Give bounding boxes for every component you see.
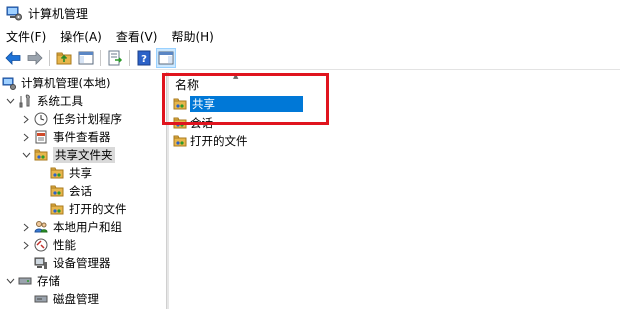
tree-item-label: 性能 bbox=[53, 238, 76, 252]
shared-folder-icon bbox=[50, 203, 64, 215]
up-folder-icon bbox=[56, 52, 72, 64]
shared-folder-icon bbox=[173, 135, 187, 147]
title-bar: 计算机管理 bbox=[0, 0, 620, 26]
show-hide-tree-button[interactable] bbox=[77, 49, 95, 67]
annotation-highlight-box bbox=[162, 73, 329, 125]
computer-management-icon bbox=[2, 77, 16, 90]
tree-item-shares[interactable]: 共享 bbox=[50, 164, 92, 182]
up-level-button[interactable] bbox=[55, 49, 73, 67]
tree-item-event-viewer[interactable]: 事件查看器 bbox=[20, 128, 111, 146]
device-manager-icon bbox=[34, 257, 47, 269]
chevron-right-icon[interactable] bbox=[20, 128, 32, 146]
list-item-open-files[interactable]: 打开的文件 bbox=[173, 132, 248, 150]
tree-item-task-scheduler[interactable]: 任务计划程序 bbox=[20, 110, 122, 128]
menu-help[interactable]: 帮助(H) bbox=[171, 28, 213, 45]
back-arrow-icon bbox=[5, 50, 21, 65]
menu-action[interactable]: 操作(A) bbox=[60, 28, 102, 45]
action-pane-icon bbox=[158, 51, 174, 64]
chevron-down-icon[interactable] bbox=[4, 92, 16, 110]
forward-arrow-icon bbox=[27, 50, 43, 65]
forward-button[interactable] bbox=[26, 49, 44, 67]
menu-bar: 文件(F) 操作(A) 查看(V) 帮助(H) bbox=[0, 26, 620, 46]
performance-icon bbox=[34, 238, 48, 252]
tree-item-system-tools[interactable]: 系统工具 bbox=[4, 92, 83, 110]
tree-item-shared-folders[interactable]: 共享文件夹 bbox=[20, 146, 115, 164]
tree-item-open-files[interactable]: 打开的文件 bbox=[50, 200, 127, 218]
shared-folder-icon bbox=[50, 185, 64, 197]
navigation-tree: 计算机管理(本地) 系统工具 任务计划程序 事件查看器 共享文件夹 共享 会话 … bbox=[0, 72, 166, 309]
shared-folder-icon bbox=[50, 167, 64, 179]
storage-icon bbox=[18, 277, 32, 285]
tools-icon bbox=[19, 94, 30, 108]
tree-item-performance[interactable]: 性能 bbox=[20, 236, 76, 254]
tree-item-label: 事件查看器 bbox=[53, 130, 111, 144]
chevron-right-icon[interactable] bbox=[20, 110, 32, 128]
toolbar-separator bbox=[129, 49, 130, 66]
tree-item-label: 本地用户和组 bbox=[53, 220, 122, 234]
tree-item-computer-management[interactable]: 计算机管理(本地) bbox=[2, 74, 110, 92]
toolbar-separator bbox=[100, 49, 101, 66]
tree-item-label: 存储 bbox=[37, 274, 60, 288]
help-button[interactable]: ? bbox=[135, 49, 153, 67]
disk-icon bbox=[34, 295, 48, 303]
users-icon bbox=[34, 221, 48, 233]
menu-view[interactable]: 查看(V) bbox=[116, 28, 158, 45]
menu-file[interactable]: 文件(F) bbox=[6, 28, 46, 45]
chevron-right-icon[interactable] bbox=[20, 236, 32, 254]
tree-item-label: 设备管理器 bbox=[53, 256, 111, 270]
toolbar: ? bbox=[0, 46, 620, 70]
tree-item-disk-management[interactable]: 磁盘管理 bbox=[34, 290, 99, 308]
window-title: 计算机管理 bbox=[28, 6, 89, 21]
chevron-down-icon[interactable] bbox=[4, 272, 16, 290]
export-list-button[interactable] bbox=[106, 49, 124, 67]
tree-item-local-users[interactable]: 本地用户和组 bbox=[20, 218, 122, 236]
show-hide-tree-icon bbox=[78, 51, 94, 64]
tree-item-storage[interactable]: 存储 bbox=[4, 272, 60, 290]
tree-item-label: 系统工具 bbox=[37, 94, 83, 108]
chevron-down-icon[interactable] bbox=[20, 146, 32, 164]
action-pane-button[interactable] bbox=[156, 47, 176, 68]
svg-text:?: ? bbox=[141, 54, 147, 65]
computer-management-icon bbox=[6, 6, 22, 21]
chevron-right-icon[interactable] bbox=[20, 218, 32, 236]
tree-item-label: 打开的文件 bbox=[69, 202, 127, 216]
list-item-label: 打开的文件 bbox=[190, 134, 248, 148]
tree-item-sessions[interactable]: 会话 bbox=[50, 182, 92, 200]
shared-folder-icon bbox=[34, 149, 48, 161]
tree-item-label: 共享文件夹 bbox=[53, 147, 115, 163]
clock-icon bbox=[34, 112, 48, 126]
event-viewer-icon bbox=[35, 130, 47, 144]
tree-item-label: 计算机管理(本地) bbox=[21, 76, 111, 90]
tree-item-label: 会话 bbox=[69, 184, 92, 198]
tree-item-label: 共享 bbox=[69, 166, 92, 180]
tree-item-device-manager[interactable]: 设备管理器 bbox=[34, 254, 111, 272]
help-icon: ? bbox=[137, 50, 151, 65]
tree-item-label: 任务计划程序 bbox=[53, 112, 122, 126]
export-list-icon bbox=[108, 50, 123, 65]
back-button[interactable] bbox=[4, 49, 22, 67]
toolbar-separator bbox=[49, 49, 50, 66]
tree-item-label: 磁盘管理 bbox=[53, 292, 99, 306]
